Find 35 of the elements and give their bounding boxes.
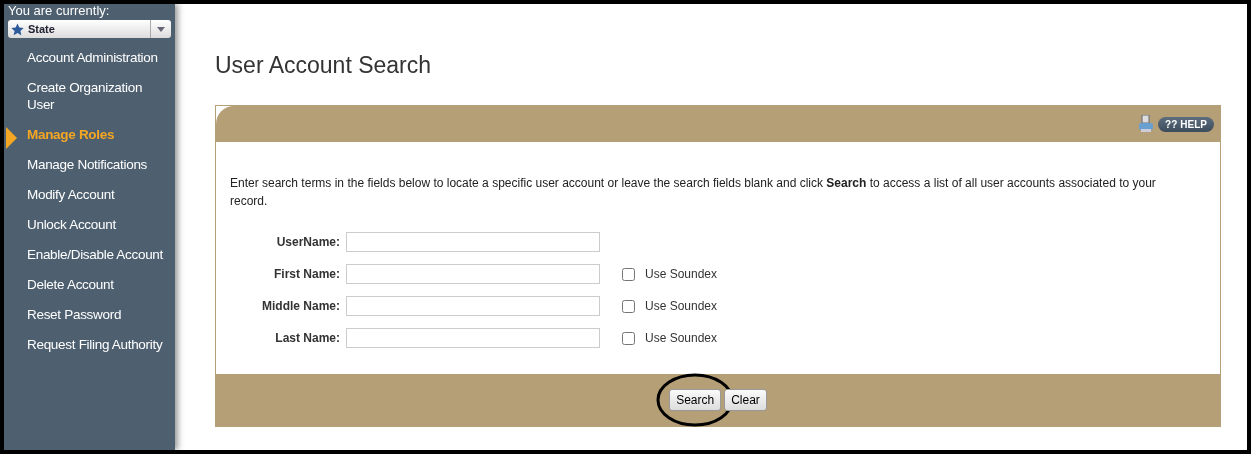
sidebar-item[interactable]: Delete Account	[4, 271, 175, 301]
sidebar-item[interactable]: Account Administration	[4, 44, 175, 74]
soundex-checkbox[interactable]	[622, 299, 635, 313]
sidebar-item[interactable]: Create Organization User	[4, 74, 175, 121]
sidebar-item[interactable]: Reset Password	[4, 301, 175, 331]
sidebar-item[interactable]: Enable/Disable Account	[4, 241, 175, 271]
sidebar-item[interactable]: Request Filing Authority	[4, 331, 175, 361]
star-icon	[11, 22, 24, 36]
context-label: You are currently:	[7, 4, 111, 18]
form-button[interactable]: Search	[669, 389, 722, 411]
checkbox-label: Use Soundex	[645, 267, 718, 281]
field-label: Middle Name:	[261, 299, 341, 313]
sidebar-item[interactable]: Modify Account	[4, 181, 175, 211]
instructions: Enter search terms in the fields below to locate a specific user account or leave the search fields blank and click Search to access a list of all user accounts associated to your record.	[230, 175, 1157, 210]
field-label: First Name:	[272, 267, 341, 281]
caret-icon	[157, 26, 165, 32]
context-dropdown[interactable]: State	[8, 20, 171, 38]
sidebar-item[interactable]: Unlock Account	[4, 211, 175, 241]
field-label: UserName:	[275, 235, 341, 249]
context-value: State	[28, 23, 55, 35]
help-button[interactable]: ?? HELP	[1158, 116, 1214, 132]
input-field[interactable]	[346, 232, 600, 252]
soundex-checkbox[interactable]	[622, 267, 635, 281]
sidebar-item[interactable]: Manage Notifications	[4, 151, 175, 181]
soundex-checkbox[interactable]	[622, 331, 635, 345]
page-title: User Account Search	[215, 52, 433, 79]
printer-icon[interactable]	[1138, 115, 1155, 133]
input-field[interactable]	[346, 296, 600, 316]
current-marker-icon	[6, 127, 17, 149]
input-field[interactable]	[346, 328, 600, 348]
checkbox-label: Use Soundex	[645, 331, 718, 345]
form-button[interactable]: Clear	[724, 389, 767, 411]
input-field[interactable]	[346, 264, 600, 284]
checkbox-label: Use Soundex	[645, 299, 718, 313]
field-label: Last Name:	[274, 331, 341, 345]
